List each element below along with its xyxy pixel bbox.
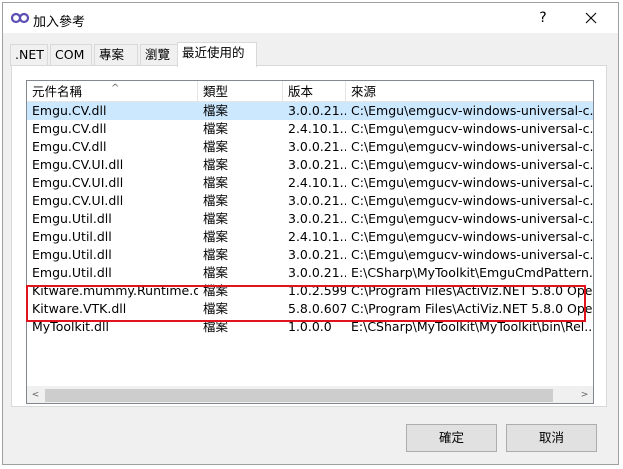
cell-version: 3.0.0.21... <box>288 211 346 226</box>
cell-source: C:\Program Files\ActiViz.NET 5.8.0 Ope..… <box>351 301 594 316</box>
sort-ascending-icon: ^ <box>111 83 120 94</box>
cell-version: 3.0.0.21... <box>288 103 346 118</box>
table-row[interactable]: Emgu.Util.dll 檔案 3.0.0.21... C:\Emgu\emg… <box>27 210 593 228</box>
cell-source: C:\Program Files\ActiViz.NET 5.8.0 Ope..… <box>351 283 594 298</box>
column-header-name[interactable]: 元件名稱 ^ <box>27 81 198 102</box>
tab-recent[interactable]: 最近使用的 <box>177 42 257 67</box>
close-button[interactable] <box>576 7 606 29</box>
cell-type: 檔案 <box>203 175 229 190</box>
scroll-left-arrow-icon[interactable]: < <box>27 387 44 403</box>
cell-source: C:\Emgu\emgucv-windows-universal-c... <box>351 175 594 190</box>
cell-name: Kitware.mummy.Runtime.dll <box>32 283 198 298</box>
cell-type: 檔案 <box>203 139 229 154</box>
cell-version: 1.0.2.599 <box>288 283 346 298</box>
cell-name: Emgu.Util.dll <box>32 229 112 244</box>
table-row[interactable]: Emgu.CV.dll 檔案 2.4.10.1... C:\Emgu\emguc… <box>27 120 593 138</box>
cell-type: 檔案 <box>203 121 229 136</box>
ok-button[interactable]: 確定 <box>406 424 497 452</box>
table-row[interactable]: Emgu.Util.dll 檔案 2.4.10.1... C:\Emgu\emg… <box>27 228 593 246</box>
visual-studio-icon <box>10 12 30 24</box>
scrollbar-thumb[interactable] <box>45 389 553 402</box>
cell-version: 3.0.0.21... <box>288 139 346 154</box>
tab-com[interactable]: COM <box>50 44 92 66</box>
cancel-button[interactable]: 取消 <box>506 424 597 452</box>
cell-version: 3.0.0.21... <box>288 247 346 262</box>
cell-name: Emgu.CV.dll <box>32 139 107 154</box>
help-button[interactable]: ? <box>531 7 555 29</box>
cell-type: 檔案 <box>203 301 229 316</box>
cell-type: 檔案 <box>203 247 229 262</box>
cell-version: 3.0.0.21... <box>288 193 346 208</box>
cell-type: 檔案 <box>203 265 229 280</box>
table-row[interactable]: Emgu.Util.dll 檔案 3.0.0.21... E:\CSharp\M… <box>27 264 593 282</box>
cell-type: 檔案 <box>203 193 229 208</box>
column-header-source[interactable]: 來源 <box>346 81 593 102</box>
cell-name: Emgu.CV.UI.dll <box>32 193 124 208</box>
cell-source: C:\Emgu\emgucv-windows-universal-c... <box>351 247 594 262</box>
cell-source: C:\Emgu\emgucv-windows-universal-c... <box>351 193 594 208</box>
cell-source: C:\Emgu\emgucv-windows-universal-c... <box>351 211 594 226</box>
cell-version: 2.4.10.1... <box>288 175 346 190</box>
cell-version: 2.4.10.1... <box>288 229 346 244</box>
tab-panel-recent: 元件名稱 ^ 類型 版本 來源 Emgu.CV.dll 檔案 3.0.0.21.… <box>11 65 607 407</box>
column-header-type[interactable]: 類型 <box>198 81 283 102</box>
cell-name: Emgu.Util.dll <box>32 265 112 280</box>
window-title: 加入參考 <box>33 15 86 30</box>
tab-dotnet[interactable]: .NET <box>10 44 48 66</box>
cell-source: C:\Emgu\emgucv-windows-universal-c... <box>351 121 594 136</box>
cell-source: C:\Emgu\emgucv-windows-universal-c... <box>351 139 594 154</box>
cell-name: Emgu.CV.UI.dll <box>32 157 124 172</box>
reference-list[interactable]: 元件名稱 ^ 類型 版本 來源 Emgu.CV.dll 檔案 3.0.0.21.… <box>26 80 594 404</box>
scroll-right-arrow-icon[interactable]: > <box>576 387 593 403</box>
cell-source: E:\CSharp\MyToolkit\MyToolkit\bin\Rel... <box>351 319 594 334</box>
table-row[interactable]: Emgu.Util.dll 檔案 3.0.0.21... C:\Emgu\emg… <box>27 246 593 264</box>
list-header: 元件名稱 ^ 類型 版本 來源 <box>27 81 593 102</box>
cell-name: Emgu.CV.dll <box>32 121 107 136</box>
cell-name: Emgu.CV.dll <box>32 103 107 118</box>
tab-projects[interactable]: 專案 <box>94 44 138 66</box>
cell-name: Emgu.Util.dll <box>32 247 112 262</box>
cell-name: Kitware.VTK.dll <box>32 301 127 316</box>
cell-name: MyToolkit.dll <box>32 319 109 334</box>
cell-name: Emgu.Util.dll <box>32 211 112 226</box>
table-row[interactable]: Emgu.CV.UI.dll 檔案 2.4.10.1... C:\Emgu\em… <box>27 174 593 192</box>
tab-browse[interactable]: 瀏覽 <box>140 44 180 66</box>
table-row[interactable]: Kitware.mummy.Runtime.dll 檔案 1.0.2.599 C… <box>27 282 593 300</box>
cell-source: E:\CSharp\MyToolkit\EmguCmdPattern... <box>351 265 594 280</box>
table-row[interactable]: Emgu.CV.UI.dll 檔案 3.0.0.21... C:\Emgu\em… <box>27 156 593 174</box>
cell-type: 檔案 <box>203 319 229 334</box>
cell-type: 檔案 <box>203 229 229 244</box>
cell-type: 檔案 <box>203 103 229 118</box>
column-header-version[interactable]: 版本 <box>283 81 346 102</box>
title-bar: 加入參考 ? <box>3 3 618 33</box>
column-header-name-label: 元件名稱 <box>32 84 83 99</box>
cell-version: 3.0.0.21... <box>288 157 346 172</box>
cell-source: C:\Emgu\emgucv-windows-universal-c... <box>351 157 594 172</box>
table-row[interactable]: Kitware.VTK.dll 檔案 5.8.0.607 C:\Program … <box>27 300 593 318</box>
close-icon <box>585 12 597 24</box>
horizontal-scrollbar[interactable]: < > <box>27 386 593 403</box>
cell-type: 檔案 <box>203 157 229 172</box>
table-row[interactable]: Emgu.CV.UI.dll 檔案 3.0.0.21... C:\Emgu\em… <box>27 192 593 210</box>
cell-version: 5.8.0.607 <box>288 301 346 316</box>
table-row[interactable]: Emgu.CV.dll 檔案 3.0.0.21... C:\Emgu\emguc… <box>27 102 593 120</box>
cell-version: 1.0.0.0 <box>288 319 332 334</box>
cell-source: C:\Emgu\emgucv-windows-universal-c... <box>351 229 594 244</box>
table-row[interactable]: Emgu.CV.dll 檔案 3.0.0.21... C:\Emgu\emguc… <box>27 138 593 156</box>
table-row[interactable]: MyToolkit.dll 檔案 1.0.0.0 E:\CSharp\MyToo… <box>27 318 593 336</box>
cell-type: 檔案 <box>203 211 229 226</box>
cell-version: 2.4.10.1... <box>288 121 346 136</box>
cell-name: Emgu.CV.UI.dll <box>32 175 124 190</box>
cell-source: C:\Emgu\emgucv-windows-universal-c... <box>351 103 594 118</box>
cell-version: 3.0.0.21... <box>288 265 346 280</box>
cell-type: 檔案 <box>203 283 229 298</box>
